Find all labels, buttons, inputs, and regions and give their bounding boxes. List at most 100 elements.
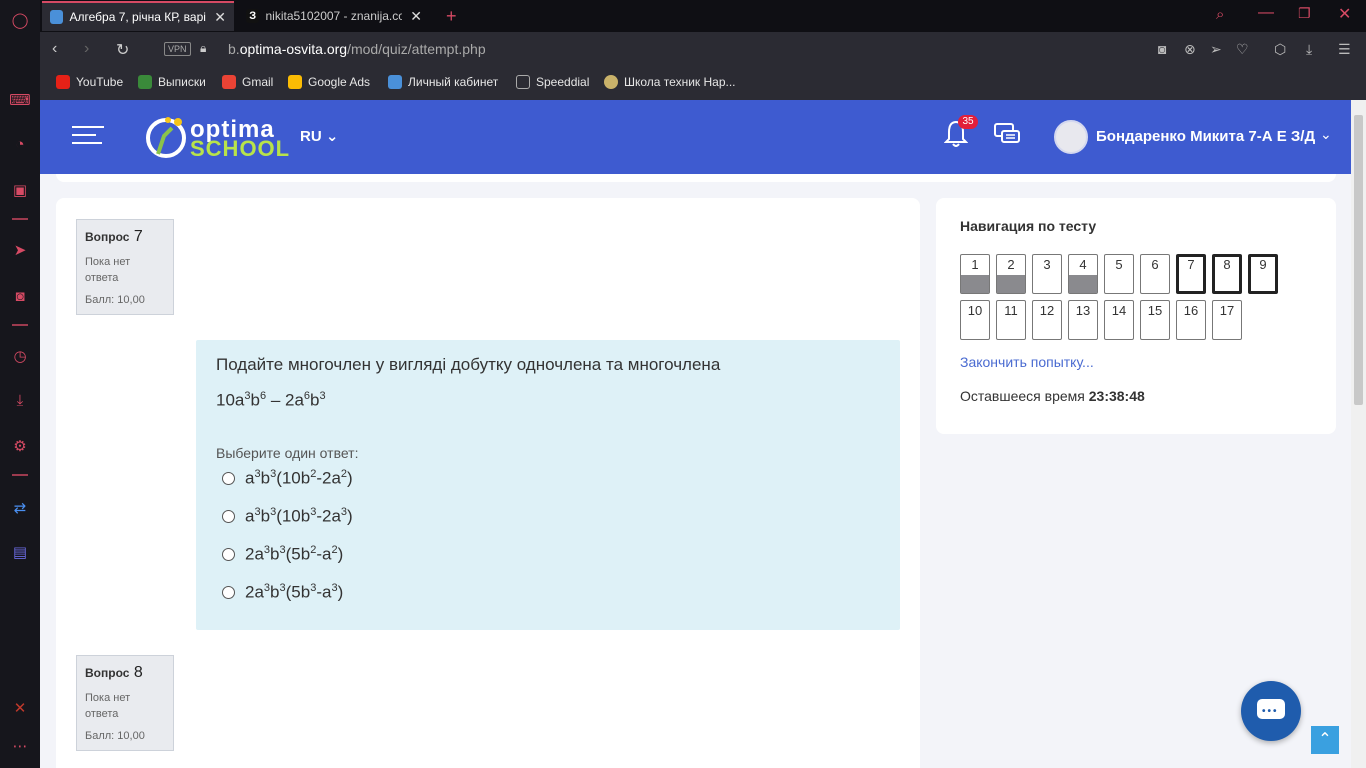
forward-icon[interactable]: › bbox=[84, 40, 89, 58]
answer-option-b[interactable]: a3b3(10b3-2a3) bbox=[222, 506, 353, 527]
youtube-icon bbox=[56, 75, 70, 89]
back-icon[interactable]: ‹ bbox=[52, 40, 57, 58]
nav-question-button[interactable]: 16 bbox=[1176, 300, 1206, 340]
chat-support-button[interactable]: ••• bbox=[1241, 681, 1301, 741]
finish-attempt-link[interactable]: Закончить попытку... bbox=[960, 354, 1094, 370]
translate-icon[interactable]: ⇄ bbox=[8, 496, 32, 520]
scroll-to-top-button[interactable]: ⌃ bbox=[1311, 726, 1339, 754]
sidebar-divider bbox=[12, 218, 28, 220]
bookmark-youtube[interactable]: YouTube bbox=[56, 75, 123, 89]
vpn-badge[interactable]: VPN bbox=[164, 42, 191, 56]
close-tab-icon[interactable]: ✕ bbox=[214, 9, 226, 26]
nav-question-button[interactable]: 8 bbox=[1212, 254, 1242, 294]
radio-button[interactable] bbox=[222, 509, 235, 523]
reload-icon[interactable]: ↻ bbox=[116, 40, 129, 60]
answered-indicator bbox=[1069, 275, 1097, 293]
nav-question-button[interactable]: 4 bbox=[1068, 254, 1098, 294]
answer-option-a[interactable]: a3b3(10b2-2a2) bbox=[222, 468, 353, 489]
settings-icon[interactable]: ⚙ bbox=[8, 434, 32, 458]
user-name[interactable]: Бондаренко Микита 7-А Е З/Д bbox=[1096, 128, 1315, 145]
logo-text-school: SCHOOL bbox=[190, 136, 291, 161]
speed-dial-icon[interactable]: ◔ bbox=[8, 132, 32, 156]
bookmark-label: Speeddial bbox=[536, 75, 590, 89]
page-scrollbar[interactable] bbox=[1351, 100, 1366, 768]
nav-question-number: 1 bbox=[971, 257, 979, 272]
tv-icon[interactable]: ▣ bbox=[8, 178, 32, 202]
telegram-icon[interactable]: ➤ bbox=[8, 238, 32, 262]
new-tab-button[interactable]: + bbox=[438, 1, 462, 31]
minimize-icon[interactable]: — bbox=[1258, 4, 1274, 22]
bookmark-school[interactable]: Школа техник Нар... bbox=[604, 75, 736, 89]
google-ads-icon bbox=[288, 75, 302, 89]
restore-icon[interactable]: ❐ bbox=[1298, 5, 1311, 22]
flow-icon[interactable]: ✕ bbox=[8, 696, 32, 720]
nav-question-number: 11 bbox=[1004, 303, 1018, 318]
nav-question-button[interactable]: 15 bbox=[1140, 300, 1170, 340]
nav-question-button[interactable]: 10 bbox=[960, 300, 990, 340]
discord-icon[interactable]: ◙ bbox=[8, 284, 32, 308]
nav-question-button[interactable]: 5 bbox=[1104, 254, 1134, 294]
more-icon[interactable]: ⋯ bbox=[8, 734, 32, 758]
tab-label: nikita5102007 - znanija.com bbox=[265, 9, 403, 23]
radio-button[interactable] bbox=[222, 471, 235, 485]
nav-question-button[interactable]: 9 bbox=[1248, 254, 1278, 294]
nav-question-button[interactable]: 3 bbox=[1032, 254, 1062, 294]
chevron-down-icon[interactable]: ⌄ bbox=[1320, 126, 1332, 143]
user-avatar[interactable] bbox=[1054, 120, 1088, 154]
heart-icon[interactable]: ♡ bbox=[1236, 41, 1249, 58]
messages-icon[interactable] bbox=[993, 122, 1021, 152]
radio-button[interactable] bbox=[222, 585, 235, 599]
tab-active[interactable]: Алгебра 7, річна КР, варіа ✕ bbox=[42, 1, 234, 31]
lock-icon[interactable]: 🔒︎ bbox=[200, 41, 206, 56]
nav-question-button[interactable]: 7 bbox=[1176, 254, 1206, 294]
adblock-icon[interactable]: ⊗ bbox=[1184, 41, 1196, 58]
language-selector[interactable]: RU ⌄ bbox=[300, 127, 338, 145]
close-window-icon[interactable]: ✕ bbox=[1338, 4, 1351, 24]
question-label: Вопрос bbox=[85, 230, 130, 244]
bookmark-google-ads[interactable]: Google Ads bbox=[288, 75, 370, 89]
url-field[interactable]: b.optima-osvita.org/mod/quiz/attempt.php bbox=[228, 41, 486, 57]
history-icon[interactable]: ◷ bbox=[8, 344, 32, 368]
nav-question-button[interactable]: 12 bbox=[1032, 300, 1062, 340]
nav-question-number: 4 bbox=[1079, 257, 1087, 272]
scrollbar-thumb[interactable] bbox=[1354, 115, 1363, 405]
nav-question-number: 17 bbox=[1219, 303, 1235, 318]
tab-inactive[interactable]: З nikita5102007 - znanija.com ✕ bbox=[238, 1, 430, 31]
answered-indicator bbox=[961, 275, 989, 293]
nav-question-button[interactable]: 6 bbox=[1140, 254, 1170, 294]
gamepad-icon[interactable]: ⌨ bbox=[8, 88, 32, 112]
camera-icon[interactable]: ◙ bbox=[1158, 41, 1166, 57]
hamburger-menu-icon[interactable] bbox=[72, 126, 104, 146]
bookmark-speeddial[interactable]: Speeddial bbox=[516, 75, 589, 89]
nav-question-button[interactable]: 11 bbox=[996, 300, 1026, 340]
menu-icon[interactable]: ☰ bbox=[1338, 41, 1351, 58]
download-icon[interactable]: ⤓ bbox=[8, 388, 32, 412]
nav-question-button[interactable]: 1 bbox=[960, 254, 990, 294]
question-grade: Балл: 10,00 bbox=[85, 294, 145, 306]
cube-icon[interactable]: ⬡ bbox=[1274, 41, 1286, 58]
nav-question-button[interactable]: 17 bbox=[1212, 300, 1242, 340]
nav-question-button[interactable]: 13 bbox=[1068, 300, 1098, 340]
nav-question-number: 14 bbox=[1111, 303, 1127, 318]
downloads-icon[interactable]: ⤓ bbox=[1306, 41, 1312, 58]
question-grade: Балл: 10,00 bbox=[85, 730, 145, 742]
search-tabs-icon[interactable]: ⌕ bbox=[1216, 6, 1224, 23]
bookmark-gmail[interactable]: Gmail bbox=[222, 75, 273, 89]
nav-question-button[interactable]: 14 bbox=[1104, 300, 1134, 340]
bookmark-vypiski[interactable]: Выписки bbox=[138, 75, 206, 89]
url-host: optima-osvita.org bbox=[239, 41, 348, 57]
answer-option-d[interactable]: 2a3b3(5b3-a3) bbox=[222, 582, 343, 603]
tab-label: Алгебра 7, річна КР, варіа bbox=[69, 10, 207, 24]
nav-question-button[interactable]: 2 bbox=[996, 254, 1026, 294]
send-icon[interactable]: ➢ bbox=[1210, 41, 1222, 58]
question-number: 7 bbox=[133, 228, 143, 245]
bookmark-cabinet[interactable]: Личный кабинет bbox=[388, 75, 498, 89]
opera-logo-icon[interactable]: ◯ bbox=[8, 8, 32, 32]
optima-logo[interactable]: optima SCHOOL bbox=[144, 114, 289, 161]
extension-icon[interactable]: ▤ bbox=[8, 540, 32, 564]
sidebar-divider bbox=[12, 324, 28, 326]
answer-option-c[interactable]: 2a3b3(5b2-a2) bbox=[222, 544, 343, 565]
question-content: Подайте многочлен у вигляді добутку одно… bbox=[196, 340, 900, 630]
radio-button[interactable] bbox=[222, 547, 235, 561]
close-tab-icon[interactable]: ✕ bbox=[410, 8, 422, 25]
